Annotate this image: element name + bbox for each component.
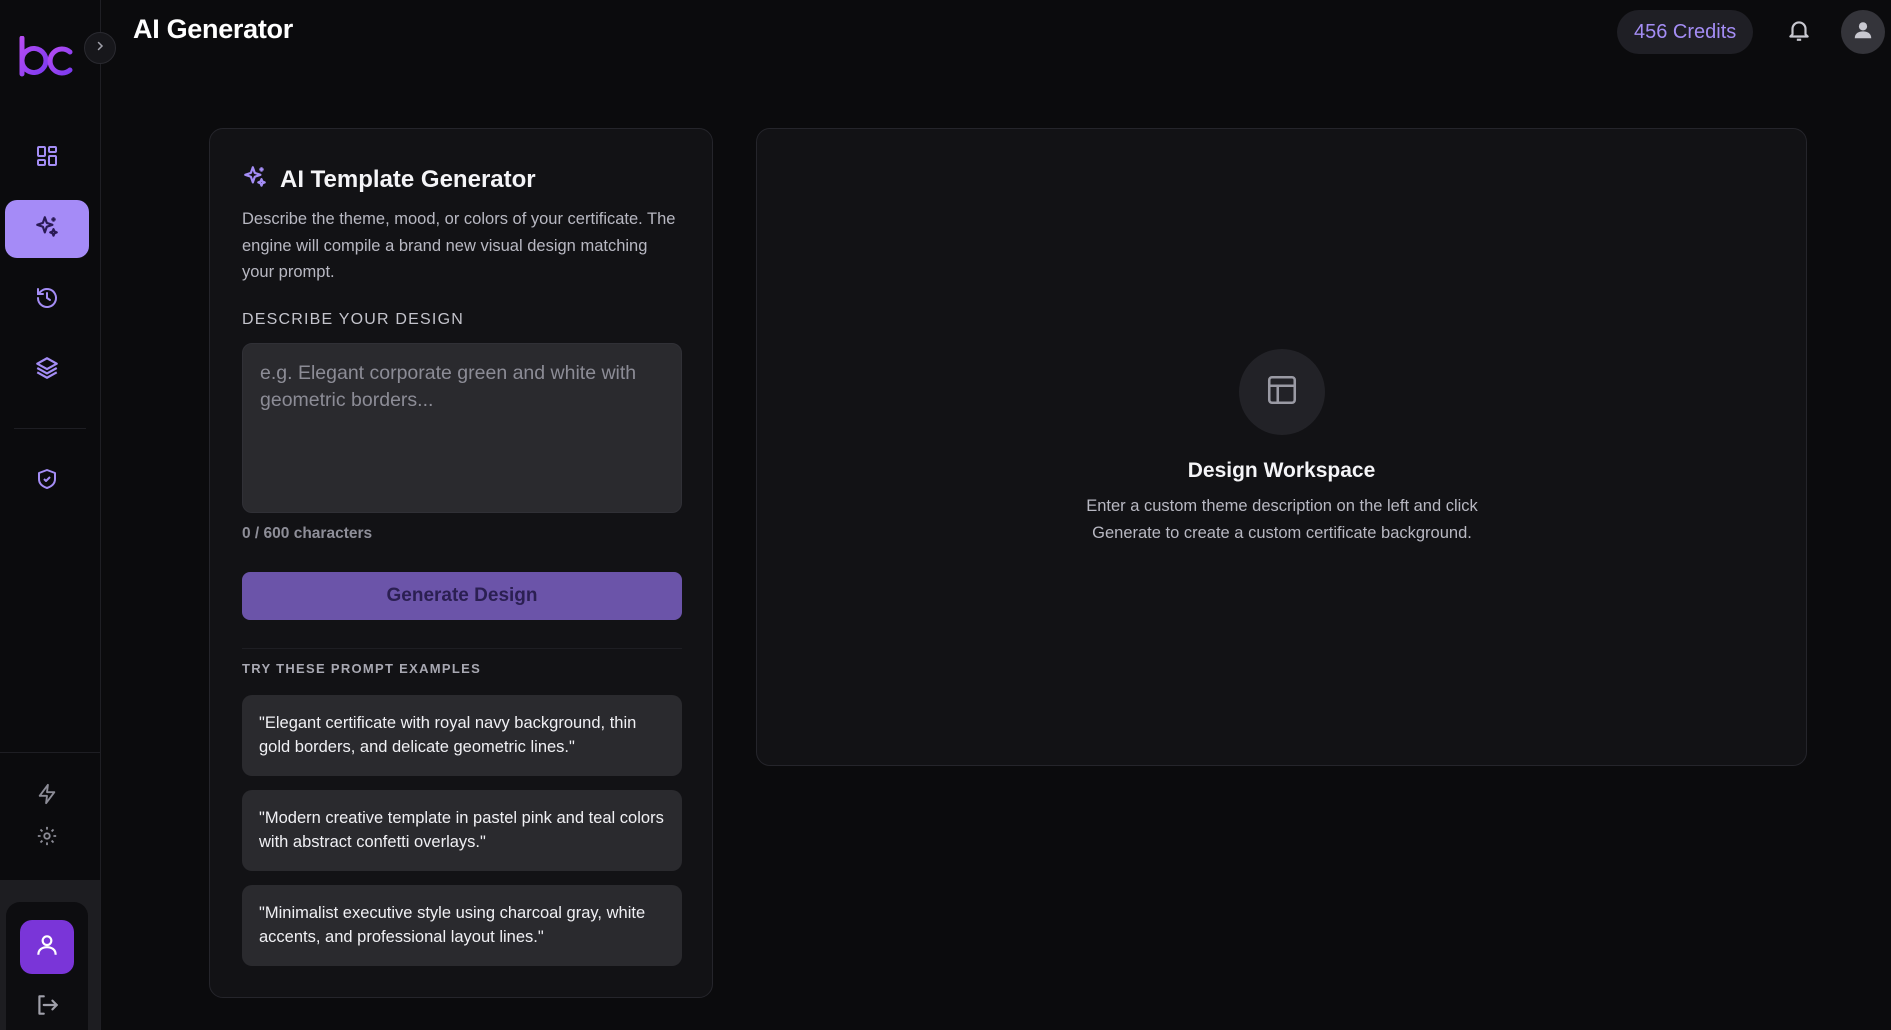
workspace-description: Enter a custom theme description on the … [1086, 497, 1478, 542]
user-profile-button[interactable] [20, 920, 74, 974]
prompt-input[interactable] [242, 343, 682, 513]
grid-icon [35, 144, 59, 173]
bolt-icon [36, 783, 58, 810]
prompt-example[interactable]: "Elegant certificate with royal navy bac… [242, 695, 682, 776]
history-icon [35, 286, 59, 315]
sidebar-divider [14, 428, 86, 429]
gear-icon [36, 825, 58, 852]
notifications-button[interactable] [1781, 14, 1817, 50]
sidebar-item-templates[interactable] [5, 341, 89, 399]
user-card [6, 902, 88, 1030]
sidebar-item-upgrade[interactable] [33, 782, 61, 810]
section-divider [242, 648, 682, 649]
page-title: AI Generator [133, 14, 293, 44]
sidebar-collapse-button[interactable] [84, 32, 116, 64]
prompt-input-label: DESCRIBE YOUR DESIGN [242, 311, 464, 328]
generator-description: Describe the theme, mood, or colors of y… [242, 210, 676, 281]
workspace-title: Design Workspace [1187, 459, 1376, 482]
design-workspace: Design Workspace Enter a custom theme de… [756, 128, 1807, 766]
sparkles-icon [242, 164, 268, 195]
sidebar-item-ai-generator[interactable] [5, 200, 89, 258]
prompt-example[interactable]: "Modern creative template in pastel pink… [242, 790, 682, 871]
sidebar [0, 0, 101, 1030]
brand-logo[interactable] [18, 35, 74, 80]
generator-header: AI Template Generator [242, 164, 536, 195]
user-icon [34, 932, 60, 963]
sidebar-item-verification[interactable] [5, 452, 89, 510]
credits-badge[interactable]: 456 Credits [1617, 10, 1754, 54]
layout-icon [1265, 373, 1299, 412]
logout-icon [34, 992, 60, 1023]
character-counter: 0 / 600 characters [242, 525, 373, 542]
generator-panel: AI Template Generator Describe the theme… [209, 128, 713, 998]
generator-title: AI Template Generator [280, 165, 536, 193]
layers-icon [34, 355, 60, 386]
sidebar-item-dashboard[interactable] [5, 129, 89, 187]
examples-label: TRY THESE PROMPT EXAMPLES [242, 661, 482, 676]
workspace-icon-badge [1239, 349, 1325, 435]
shield-check-icon [35, 467, 59, 496]
sidebar-item-history[interactable] [5, 271, 89, 329]
chevron-right-icon [94, 39, 106, 57]
logout-button[interactable] [28, 990, 66, 1024]
prompt-example[interactable]: "Minimalist executive style using charco… [242, 885, 682, 966]
generate-design-button[interactable]: Generate Design [242, 572, 682, 620]
sidebar-item-settings[interactable] [33, 824, 61, 852]
sidebar-footer-divider [0, 752, 100, 753]
bell-icon [1786, 17, 1812, 48]
sparkles-icon [34, 214, 60, 245]
profile-menu-button[interactable] [1841, 10, 1885, 54]
user-icon [1852, 19, 1874, 46]
